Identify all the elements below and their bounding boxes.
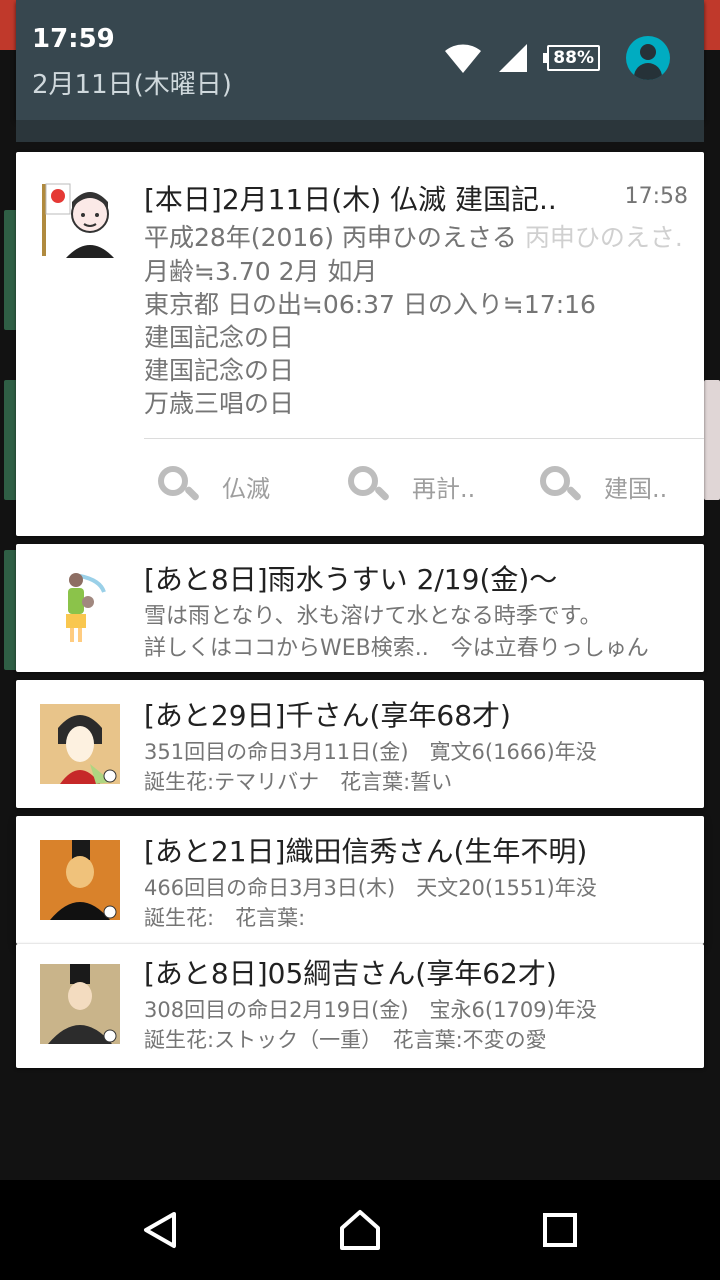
clock: 17:59 [32, 24, 115, 54]
shade-strip [16, 120, 704, 142]
birth-flower: 誕生花: 花言葉: [144, 906, 306, 930]
search-icon [538, 464, 583, 508]
portrait-icon [40, 840, 120, 920]
season-description: 雪は雨となり、氷も溶けて水となる時季です。 [144, 604, 602, 629]
search-action-butsumetsu[interactable]: 仏滅 [156, 464, 270, 508]
account-head [640, 44, 656, 60]
era-line: 平成28年(2016) 丙申ひのえさる [144, 223, 517, 252]
memorial-date: 351回目の命日3月11日(金) 寛文6(1666)年没 [144, 740, 597, 764]
back-icon [144, 1212, 176, 1248]
navigation-bar [0, 1180, 720, 1280]
background-card [704, 380, 720, 500]
recents-button[interactable] [530, 1200, 590, 1260]
action-label: 建国.. [604, 474, 668, 503]
notification-anniversary[interactable]: [あと8日]05綱吉さん(享年62才) 308回目の命日2月19日(金) 宝永6… [16, 944, 704, 1068]
notification-title: [あと21日]織田信秀さん(生年不明) [144, 835, 588, 868]
sunrise-line: 東京都 日の出≒06:37 日の入り≒17:16 [144, 290, 596, 319]
date-label[interactable]: 2月11日(木曜日) [32, 64, 232, 101]
status-icons: 88% [443, 36, 670, 80]
battery-icon: 88% [543, 45, 600, 71]
birth-flower: 誕生花:ストック（一重） 花言葉:不変の愛 [144, 1028, 547, 1052]
notification-anniversary[interactable]: [あと29日]千さん(享年68才) 351回目の命日3月11日(金) 寛文6(1… [16, 680, 704, 808]
notification-title: [あと29日]千さん(享年68才) [144, 699, 511, 732]
notification-anniversary[interactable]: [あと21日]織田信秀さん(生年不明) 466回目の命日3月3日(木) 天文20… [16, 816, 704, 944]
wifi-icon [445, 44, 482, 73]
search-action-recalc[interactable]: 再計.. [346, 464, 475, 508]
notification-today[interactable]: [本日]2月11日(木) 仏滅 建国記.. 17:58 平成28年(2016) … [16, 152, 704, 536]
notification-title: [本日]2月11日(木) 仏滅 建国記.. [144, 183, 557, 216]
notification-title: [あと8日]雨水うすい 2/19(金)〜 [144, 563, 558, 596]
cell-signal-icon [499, 44, 528, 72]
event-line: 建国記念の日 [144, 323, 295, 352]
portrait-icon [40, 964, 120, 1044]
samurai-flag-icon [40, 180, 120, 260]
action-label: 仏滅 [222, 474, 270, 503]
back-button[interactable] [130, 1200, 190, 1260]
walking-girl-icon [40, 566, 120, 646]
home-button[interactable] [330, 1200, 390, 1260]
event-line: 建国記念の日 [144, 356, 295, 385]
notification-season[interactable]: [あと8日]雨水うすい 2/19(金)〜 雪は雨となり、氷も溶けて水となる時季で… [16, 544, 704, 672]
portrait-icon [40, 704, 120, 784]
search-icon [346, 464, 391, 508]
season-search-hint: 詳しくはココからWEB検索.. 今は立春りっしゅん [144, 636, 649, 661]
memorial-date: 308回目の命日2月19日(金) 宝永6(1709)年没 [144, 998, 597, 1022]
search-action-kenkoku[interactable]: 建国.. [538, 464, 667, 508]
event-line: 万歳三唱の日 [144, 389, 295, 418]
account-icon[interactable] [626, 36, 670, 80]
birth-flower: 誕生花:テマリバナ 花言葉:誓い [144, 770, 453, 794]
action-label: 再計.. [412, 474, 476, 503]
recents-icon [543, 1213, 577, 1247]
home-icon [340, 1210, 380, 1250]
search-icon [156, 464, 201, 508]
account-body [634, 63, 662, 80]
actions-divider [144, 438, 704, 439]
notification-title: [あと8日]05綱吉さん(享年62才) [144, 957, 557, 990]
notification-time: 17:58 [624, 184, 688, 209]
moon-age-line: 月齢≒3.70 2月 如月 [144, 257, 378, 286]
memorial-date: 466回目の命日3月3日(木) 天文20(1551)年没 [144, 876, 597, 900]
battery-level: 88% [547, 45, 600, 71]
